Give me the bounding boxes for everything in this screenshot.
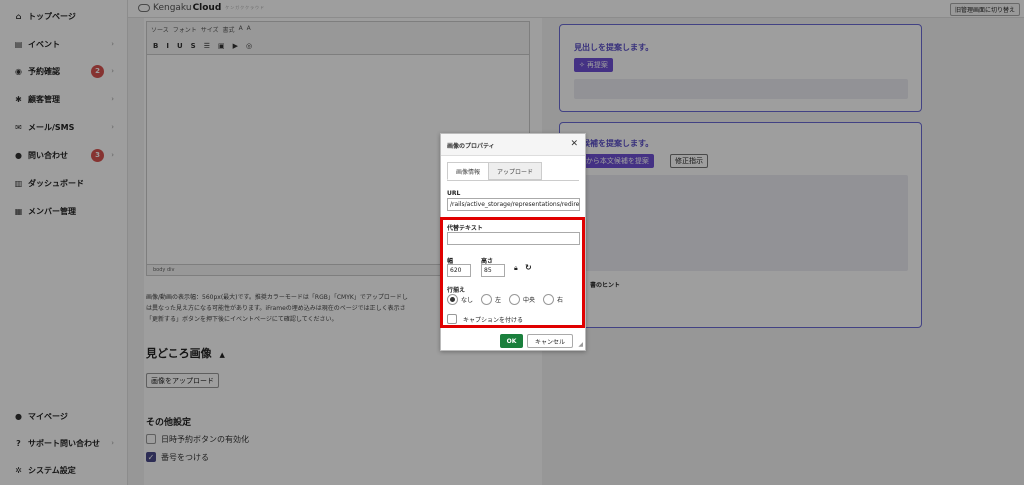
- radio-align-left[interactable]: [481, 294, 493, 305]
- caption-checkbox[interactable]: [447, 314, 457, 324]
- alt-text-label: 代替テキスト: [447, 225, 483, 232]
- dialog-title: 画像のプロパティ: [447, 143, 495, 150]
- radio-align-none[interactable]: [447, 294, 458, 305]
- radio-align-right[interactable]: [543, 294, 555, 305]
- tab-image-info[interactable]: 画像情報: [447, 162, 490, 180]
- dialog-header: 画像のプロパティ ✕: [441, 134, 585, 156]
- ok-button[interactable]: OK: [500, 334, 523, 348]
- close-icon[interactable]: ✕: [570, 139, 578, 149]
- caption-option[interactable]: キャプションを付ける: [447, 314, 523, 324]
- tab-upload[interactable]: アップロード: [488, 162, 543, 180]
- alt-text-field[interactable]: [447, 232, 580, 245]
- reset-size-icon[interactable]: ↻: [525, 263, 532, 272]
- resize-handle-icon[interactable]: ◢: [578, 341, 583, 348]
- lock-ratio-icon[interactable]: 🔒︎: [514, 264, 518, 273]
- dialog-tabs: 画像情報 アップロード: [447, 162, 543, 180]
- tab-divider: [447, 180, 579, 181]
- radio-label: 右: [557, 297, 564, 304]
- radio-label: 左: [495, 297, 502, 304]
- height-field[interactable]: 85: [481, 264, 505, 277]
- cancel-button[interactable]: キャンセル: [527, 334, 573, 348]
- width-field[interactable]: 620: [447, 264, 471, 277]
- radio-label: 中央: [523, 297, 536, 304]
- url-field[interactable]: /rails/active_storage/representations/re…: [447, 198, 580, 211]
- align-radio-group: なし 左 中央 右: [447, 294, 568, 305]
- align-label: 行揃え: [447, 287, 466, 294]
- image-properties-dialog: 画像のプロパティ ✕ 画像情報 アップロード URL /rails/active…: [440, 133, 586, 351]
- radio-align-center[interactable]: [509, 294, 521, 305]
- url-label: URL: [447, 190, 461, 197]
- radio-label: なし: [461, 297, 474, 304]
- caption-label: キャプションを付ける: [463, 316, 524, 324]
